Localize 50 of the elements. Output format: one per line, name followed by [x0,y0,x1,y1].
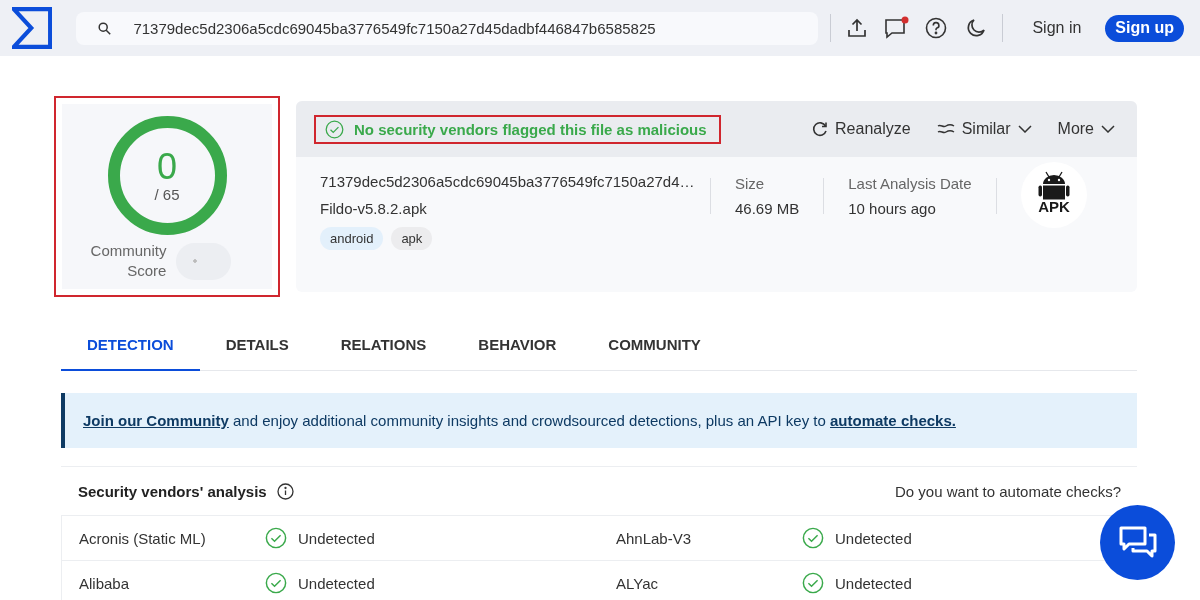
android-file-icon: APK [1020,161,1087,228]
sign-up-button[interactable]: Sign up [1105,14,1184,42]
verdict-text: No security vendors flagged this file as malicious [354,120,707,138]
file-size: 46.69 MB [735,199,800,217]
automate-checks-link[interactable]: automate checks. [830,412,956,429]
date-label: Last Analysis Date [848,174,972,192]
vendor-name: AhnLab-V3 [616,529,693,547]
file-hash: 71379dec5d2306a5cdc69045ba3776549fc7150a27d4… [320,173,696,190]
tab[interactable]: RELATIONS [314,323,453,371]
chevron-down-icon [1017,125,1032,133]
wave-icon [936,123,955,135]
chat-icon[interactable] [883,16,910,40]
file-name: Fildo-v5.8.2.apk [320,200,428,217]
size-label: Size [735,174,766,192]
check-circle-icon [325,119,344,139]
section-title: Security vendors' analysis [78,482,267,500]
tag[interactable]: android [320,227,384,250]
detection-result: Undetected [298,574,375,592]
search-field[interactable]: 71379dec5d2306a5cdc69045ba3776549fc7150a27d45dadbf446847b6585825 [76,11,819,45]
vendor-name: Acronis (Static ML) [79,529,207,547]
upload-icon[interactable] [847,18,868,38]
moon-icon[interactable] [965,18,986,38]
join-community-link[interactable]: Join our Community [83,412,229,429]
help-icon[interactable] [925,17,948,39]
vendor-name: Alibaba [79,574,131,592]
total-vendors: / 65 [154,186,180,203]
logo-icon[interactable] [12,5,53,51]
automate-checks-text: Do you want to automate checks? [895,482,1121,500]
more-menu-button[interactable]: More [1057,120,1115,138]
search-icon [98,21,112,35]
sign-in-button[interactable]: Sign in [1026,19,1088,37]
tag[interactable]: apk [391,227,433,250]
detection-result: Undetected [298,529,375,547]
vendor-name: ALYac [616,574,659,592]
detection-result: Undetected [835,529,912,547]
analysis-date: 10 hours ago [848,199,937,217]
detection-count: 0 [157,148,177,186]
tab[interactable]: DETECTION [61,323,200,371]
info-icon[interactable] [276,482,294,500]
similar-menu-button[interactable]: Similar [936,120,1032,138]
community-score-label: Community Score [90,241,167,281]
tab[interactable]: DETAILS [199,323,315,371]
detection-result: Undetected [835,574,912,592]
tab[interactable]: COMMUNITY [582,323,727,371]
reload-icon [812,121,829,137]
reanalyze-button[interactable]: Reanalyze [812,120,911,138]
chevron-down-icon [1101,125,1115,133]
community-banner-text: Join our Community and enjoy additional community insights and crowdsourced detections, plus an API key to automate checks. [83,412,957,429]
chat-icon [1118,525,1157,560]
tab[interactable]: BEHAVIOR [452,323,583,371]
